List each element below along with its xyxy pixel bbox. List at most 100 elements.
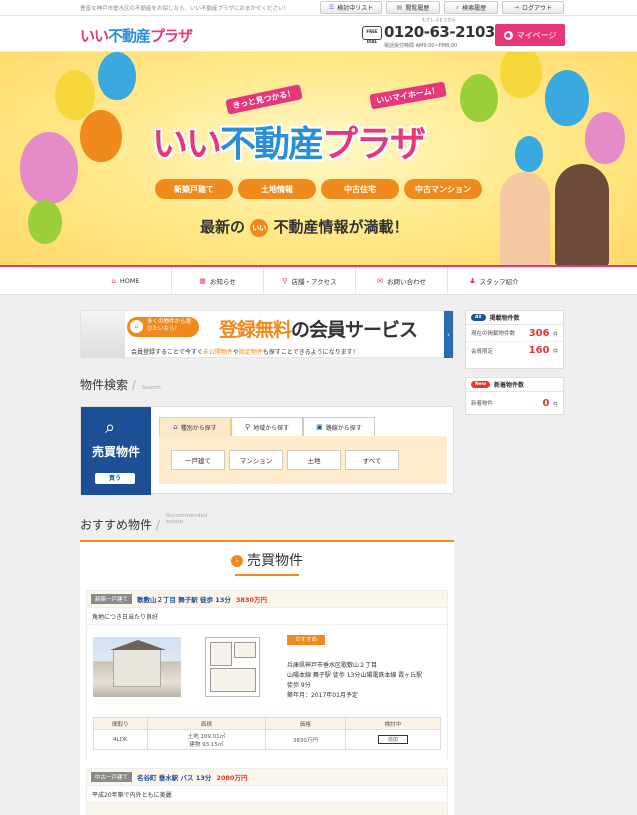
nav-news[interactable]: ▦ お知らせ (172, 267, 264, 295)
list-icon: ☰ (328, 4, 335, 11)
staff-illustration (500, 172, 550, 266)
all-pill: All (471, 314, 486, 321)
pin-icon: ⚲ (282, 277, 288, 285)
add-to-list-button[interactable]: 追加 (377, 735, 408, 744)
user-icon: ● (503, 30, 513, 40)
global-nav: ⌂ HOME ▦ お知らせ ⚲ 店舗・アクセス ✉ お問い合わせ ♟ スタッフ紹介 (0, 267, 637, 295)
nav-access[interactable]: ⚲ 店舗・アクセス (264, 267, 356, 295)
consider-list-button[interactable]: ☰ 検討中リスト (320, 1, 382, 14)
tab-by-type[interactable]: ⌂ 種別から探す (159, 417, 231, 437)
listing-count-title: 掲載物件数 (489, 315, 520, 322)
property-table: 間取り 面積 価格 検討中 4LDK 土地 109.01㎡ 建物 93.15㎡ 3… (93, 717, 442, 750)
search-icon: ⌕ (105, 417, 116, 438)
pin-icon: ⚲ (244, 423, 251, 431)
history-icon: ▤ (396, 4, 403, 11)
ii-icon: いい (250, 219, 269, 237)
register-subtext: 会員登録することで今すぐ未公開物件や限定物件も探すことできるようになります！ (131, 349, 359, 356)
hero-title: いい不動産プラザ (152, 124, 426, 165)
train-icon: ▣ (316, 423, 323, 431)
site-logo[interactable]: いい不動産プラザ (80, 25, 193, 45)
type-all-button[interactable]: すべて (345, 450, 399, 470)
person-icon: ♟ (469, 277, 476, 285)
new-pill: New (471, 381, 490, 388)
property-location[interactable]: 名谷町 垂水駅 バス 13分 (137, 772, 211, 782)
search-icon: ⌕ (455, 3, 460, 11)
staff-illustration (555, 164, 609, 266)
logout-button[interactable]: ⇥ ログアウト (502, 1, 564, 14)
balloon-icon (460, 74, 498, 122)
house-image (110, 640, 166, 687)
member-only-row: 会員限定 160 件 (471, 345, 558, 356)
new-listing-title: 新着物件数 (493, 382, 524, 389)
type-mansion-button[interactable]: マンション (229, 450, 283, 470)
recommended-block: › 売買物件 新築一戸建て 歌敷山２丁目 舞子駅 徒歩 13分 3830万円 角地につ… (80, 540, 454, 815)
type-land-button[interactable]: 土地 (287, 450, 341, 470)
view-history-button[interactable]: ▤ 閲覧履歴 (386, 1, 440, 14)
balloon-icon (515, 136, 543, 172)
hero-tag-used-house[interactable]: 中古住宅 (321, 179, 399, 199)
property-card[interactable]: 中古一戸建て 名谷町 垂水駅 バス 13分 2080万円 平成20年築で内外ともに美… (86, 768, 448, 815)
balloon-icon (20, 132, 78, 204)
buy-title: 売買物件 (91, 445, 140, 459)
floor-plan-image[interactable] (205, 637, 260, 697)
property-location[interactable]: 歌敷山２丁目 舞子駅 徒歩 13分 (137, 594, 231, 604)
home-icon: ⌂ (173, 423, 178, 431)
news-icon: ▦ (199, 277, 206, 285)
type-detached-button[interactable]: 一戸建て (171, 450, 225, 470)
nav-contact[interactable]: ✉ お問い合わせ (356, 267, 448, 295)
listing-count-box: All 掲載物件数 現在の掲載物件数 306 件 会員限定 160 件 (465, 310, 564, 369)
new-listing-row: 新着物件 0 件 (471, 397, 558, 409)
free-dial-icon: FREE DIAL (362, 26, 382, 44)
arrow-right-icon: › (231, 555, 243, 567)
register-bubble: ⌂ 多くの物件から選びたいなら！ (127, 317, 199, 337)
mypage-button[interactable]: ● マイページ (495, 24, 565, 46)
tab-by-area[interactable]: ⚲ 地域から探す (231, 417, 303, 437)
listing-count-row: 現在の掲載物件数 306 件 (466, 325, 563, 342)
phone-block: FREE DIAL むさし ふどうさん 0120-63-2103 電話受付時間 … (362, 17, 495, 50)
logout-icon: ⇥ (513, 4, 519, 11)
recommend-badge: おすすめ (287, 635, 325, 645)
house-icon: ⌂ (130, 320, 143, 333)
property-price: 3830万円 (235, 596, 267, 604)
search-history-button[interactable]: ⌕ 検索履歴 (444, 1, 498, 14)
home-icon: ⌂ (111, 277, 116, 285)
hero-subtitle: 最新の いい 不動産情報が満載！ (200, 218, 409, 237)
new-listing-box: New 新着物件数 新着物件 0 件 (465, 377, 564, 415)
property-type: 中古一戸建て (91, 772, 133, 782)
balloon-icon (500, 52, 542, 98)
staff-photo (81, 311, 125, 358)
hero-tag-land[interactable]: 土地情報 (238, 179, 316, 199)
title-underline (235, 574, 299, 576)
balloon-icon (98, 52, 136, 100)
mail-icon: ✉ (377, 277, 383, 285)
buy-badge: 買う (95, 473, 135, 484)
balloon-icon (585, 112, 625, 164)
property-photo[interactable] (93, 637, 181, 697)
property-type: 新築一戸建て (91, 594, 133, 604)
member-register-banner[interactable]: ⌂ 多くの物件から選びたいなら！ 登録無料の会員サービス 会員登録することで今すぐ… (80, 310, 454, 358)
property-price: 2080万円 (216, 774, 248, 782)
register-headline: 登録無料の会員サービス (219, 319, 418, 341)
recommended-section-title: › 売買物件 (80, 550, 454, 570)
chevron-right-icon[interactable]: › (444, 311, 453, 358)
hero-tag-new-house[interactable]: 新築戸建て (155, 179, 233, 199)
nav-home[interactable]: ⌂ HOME (80, 267, 172, 295)
property-card[interactable]: 新築一戸建て 歌敷山２丁目 舞子駅 徒歩 13分 3830万円 角地につき日当たり良… (86, 590, 448, 765)
tagline: 豊富な神戸市垂水区の不動産をお探しなら、いい不動産プラザにおまかせください！ (80, 6, 290, 12)
buy-panel[interactable]: ⌕ 売買物件 買う (81, 407, 151, 495)
tab-by-line[interactable]: ▣ 路線から探す (303, 417, 375, 437)
phone-hours: 電話受付時間 AM9:00~PM8:00 (384, 43, 458, 49)
search-block: ⌕ 売買物件 買う ⌂ 種別から探す ⚲ 地域から探す ▣ 路線から探す 一戸建て マ… (80, 406, 454, 495)
phone-number[interactable]: 0120-63-2103 (384, 23, 495, 41)
balloon-icon (545, 70, 589, 126)
balloon-icon (55, 70, 95, 120)
balloon-icon (80, 110, 122, 162)
recommended-heading: おすすめ物件 /Recommended estate (80, 513, 208, 532)
nav-staff[interactable]: ♟ スタッフ紹介 (448, 267, 540, 295)
property-desc: 角地につき日当たり良好 (87, 607, 447, 625)
search-heading: 物件検索 / Search (80, 378, 161, 392)
property-desc: 平成20年築で内外ともに美麗 (87, 785, 447, 803)
balloon-icon (28, 200, 62, 244)
property-info: 兵庫県神戸市垂水区歌敷山２丁目 山陽本線 舞子駅 徒歩 13分山陽電鉄本線 霞ヶ… (287, 662, 423, 699)
hero-tag-used-mansion[interactable]: 中古マンション (404, 179, 482, 199)
